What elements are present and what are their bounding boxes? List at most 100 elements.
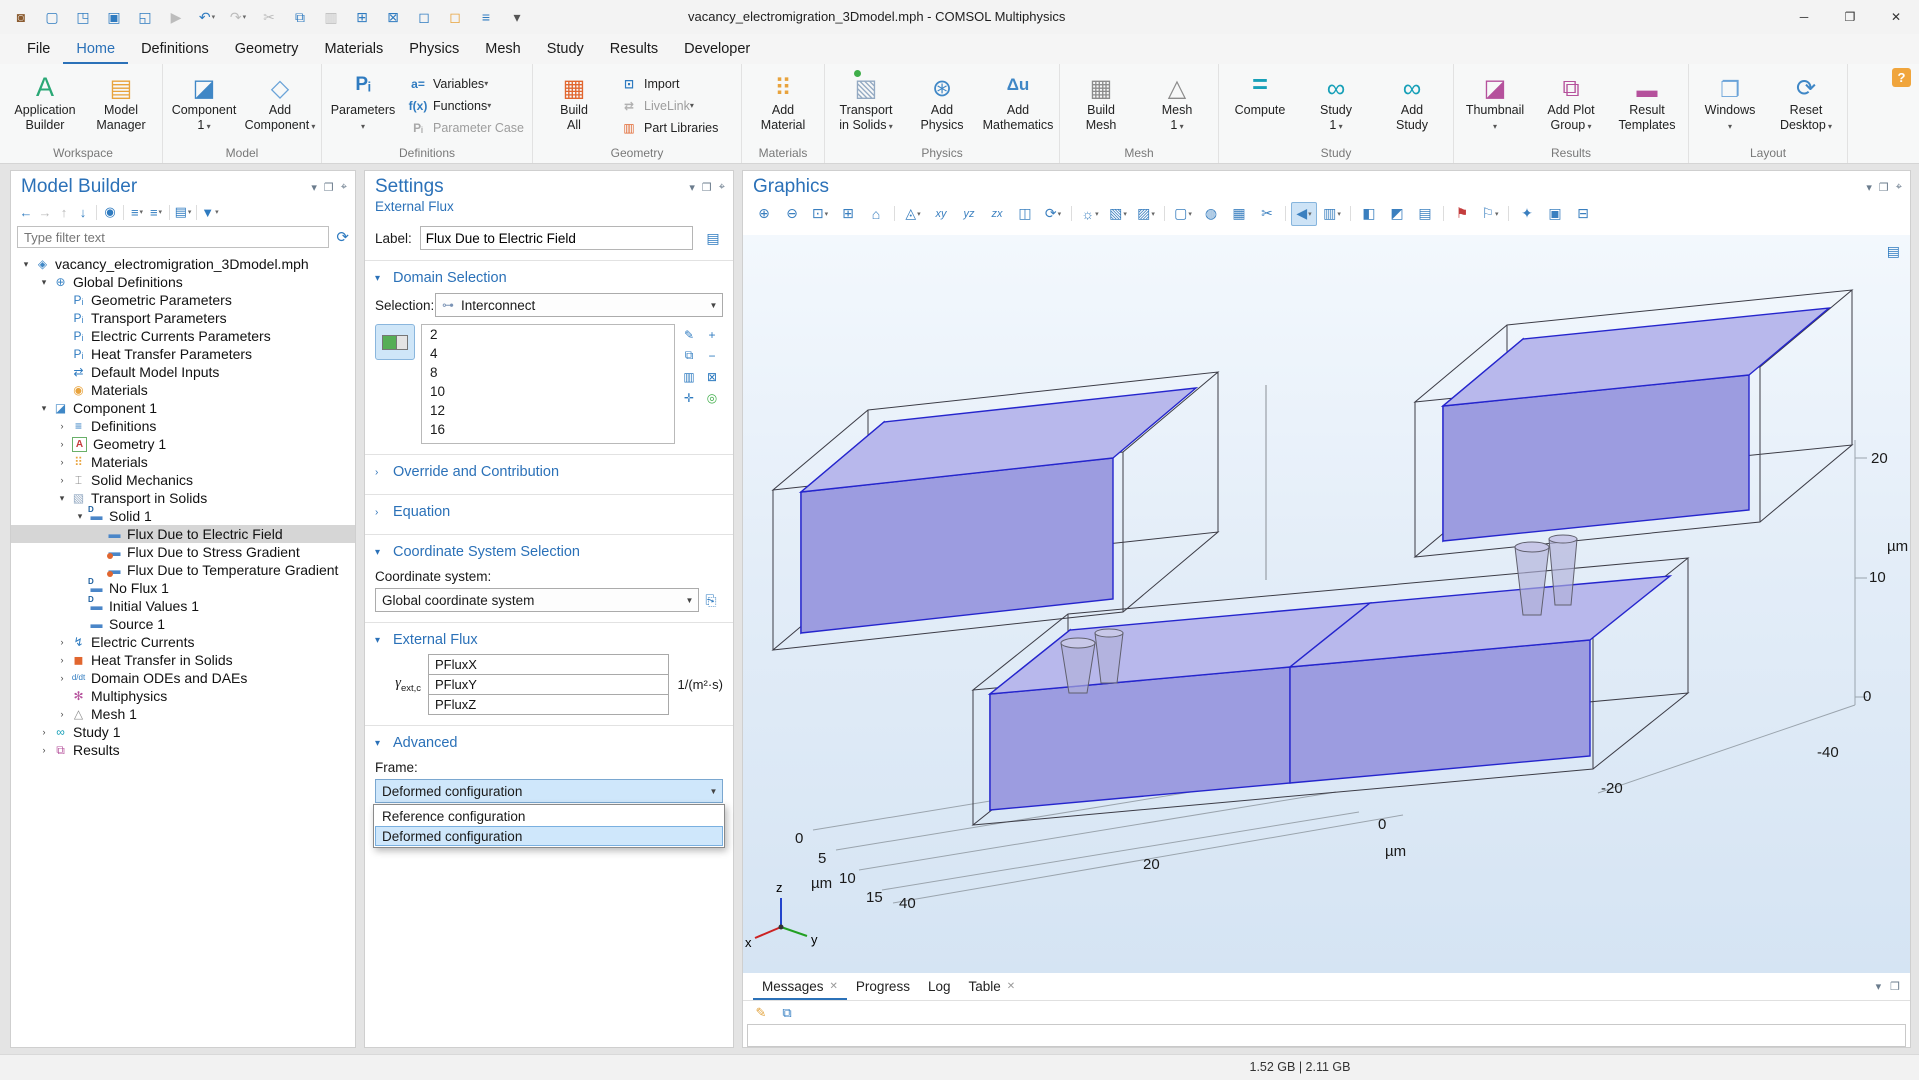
cut-icon[interactable]: ✂ [254, 4, 284, 30]
zoom-box-icon[interactable]: ⊡▾ [807, 202, 833, 226]
tree-item[interactable]: ▬Flux Due to Electric Field [11, 525, 355, 543]
parameters-button[interactable]: PᵢParameters▾ [325, 66, 401, 145]
expander-icon[interactable]: ▾ [55, 493, 69, 504]
create-selection-icon[interactable]: ✎ [678, 324, 700, 345]
tab-study[interactable]: Study [534, 36, 597, 64]
domain-selection-list[interactable]: 248101216 [421, 324, 675, 444]
graphics-viewport[interactable]: 20µm100-40-2005101540200µmµm x y z ▤ [743, 235, 1910, 973]
tree-item[interactable]: ›∞Study 1 [11, 723, 355, 741]
tree-item[interactable]: PᵢGeometric Parameters [11, 291, 355, 309]
open-file-icon[interactable]: ◳ [68, 4, 98, 30]
yz-view-icon[interactable]: yz [956, 202, 982, 226]
tree-item[interactable]: ⇄Default Model Inputs [11, 363, 355, 381]
tab-messages[interactable]: Messages✕ [753, 973, 847, 1000]
panel-float-icon[interactable]: ❐ [702, 181, 712, 194]
scene-light-icon[interactable]: ☼▾ [1077, 202, 1103, 226]
add-marker-icon[interactable]: ⚑ [1449, 202, 1475, 226]
build-all-button[interactable]: ▦BuildAll [536, 66, 612, 145]
close-button[interactable]: ✕ [1873, 0, 1919, 34]
redo-icon[interactable]: ↷▾ [223, 4, 253, 30]
tree-item[interactable]: ▬Flux Due to Stress Gradient [11, 543, 355, 561]
panel-menu-icon[interactable]: ▾ [1876, 980, 1882, 993]
tree-item[interactable]: ›⠿Materials [11, 453, 355, 471]
add-study-button[interactable]: ∞AddStudy [1374, 66, 1450, 145]
expander-icon[interactable]: › [37, 745, 51, 755]
tab-log[interactable]: Log [919, 973, 960, 1000]
delete-icon[interactable]: ⊠ [378, 4, 408, 30]
tree-filter-input[interactable] [17, 226, 329, 248]
override-header[interactable]: › Override and Contribution [375, 460, 723, 484]
tab-progress[interactable]: Progress [847, 973, 919, 1000]
show-label-icon[interactable]: ▤ [701, 226, 725, 250]
part-libraries-button[interactable]: ▥Part Libraries [617, 119, 733, 137]
comsol-logo-icon[interactable]: ◙ [6, 4, 36, 30]
clear-messages-icon[interactable]: ✎ [752, 1003, 770, 1023]
thumbnail-button[interactable]: ◪Thumbnail▾ [1457, 66, 1533, 145]
domain-list-item[interactable]: 4 [422, 344, 674, 363]
go-to-source-icon[interactable]: ⎘ [699, 588, 723, 612]
tree-item[interactable]: ›◼Heat Transfer in Solids [11, 651, 355, 669]
zoom-to-selection-icon[interactable]: ◎ [701, 387, 723, 408]
advanced-header[interactable]: ▾ Advanced [375, 731, 723, 755]
component-1-button[interactable]: ◪Component1 ▾ [166, 66, 242, 145]
expander-icon[interactable]: ▾ [19, 259, 33, 270]
color-table-icon[interactable]: ▧▾ [1105, 202, 1131, 226]
split-horizontal-icon[interactable]: ◧ [1356, 202, 1382, 226]
invert-selection-icon[interactable]: ⊠ [701, 366, 723, 387]
tree-item[interactable]: ▬Source 1 [11, 615, 355, 633]
chevron-down-icon[interactable]: ▼ [705, 780, 722, 802]
plot-array-icon[interactable]: ▥▾ [1319, 202, 1345, 226]
refresh-icon[interactable]: ⟳ [336, 228, 349, 246]
wireframe-icon[interactable]: ▦ [1226, 202, 1252, 226]
save-as-icon[interactable]: ◱ [130, 4, 160, 30]
windows-button[interactable]: ❐Windows▾ [1692, 66, 1768, 145]
add-material-button[interactable]: ⠿AddMaterial [745, 66, 821, 145]
close-icon[interactable]: ✕ [830, 981, 838, 992]
environment-icon[interactable]: ▨▾ [1133, 202, 1159, 226]
expander-icon[interactable]: › [55, 673, 69, 683]
tab-developer[interactable]: Developer [671, 36, 763, 64]
go-to-default-view-icon[interactable]: ⌂ [863, 202, 889, 226]
tab-home[interactable]: Home [63, 36, 128, 64]
clip-icon[interactable]: ✂ [1254, 202, 1280, 226]
frame-option[interactable]: Reference configuration [375, 806, 723, 826]
mesh-1-button[interactable]: △Mesh1 ▾ [1139, 66, 1215, 145]
variables-button[interactable]: a=Variables ▾ [406, 75, 524, 93]
expand-all-icon[interactable]: ≡▾ [128, 202, 146, 222]
compute-button[interactable]: =Compute [1222, 66, 1298, 145]
go-forward-icon[interactable]: → [36, 202, 54, 222]
view-icon[interactable]: ◬▾ [900, 202, 926, 226]
tree-item[interactable]: ›↯Electric Currents [11, 633, 355, 651]
expander-icon[interactable]: › [55, 475, 69, 485]
external-flux-z-field[interactable] [428, 694, 669, 715]
tab-definitions[interactable]: Definitions [128, 36, 222, 64]
frame-option[interactable]: Deformed configuration [375, 826, 723, 846]
tab-materials[interactable]: Materials [311, 36, 396, 64]
center-selection-icon[interactable]: ✛ [678, 387, 700, 408]
domain-list-item[interactable]: 10 [422, 382, 674, 401]
tree-item[interactable]: ✻Multiphysics [11, 687, 355, 705]
paste-selection-icon[interactable]: ▥ [678, 366, 700, 387]
panel-float-icon[interactable]: ❐ [324, 181, 334, 194]
go-back-icon[interactable]: ← [17, 202, 35, 222]
maximize-button[interactable]: ❐ [1827, 0, 1873, 34]
tree-item[interactable]: ▬DInitial Values 1 [11, 597, 355, 615]
transport-in-solids-button[interactable]: ▧Transportin Solids ▾ [828, 66, 904, 145]
tree-item[interactable]: ◉Materials [11, 381, 355, 399]
select-mode-icon[interactable]: ▢▾ [1170, 202, 1196, 226]
split-vertical-icon[interactable]: ◩ [1384, 202, 1410, 226]
qat-menu-icon[interactable]: ▾ [502, 4, 532, 30]
panel-menu-icon[interactable]: ▾ [689, 181, 695, 194]
model-tree-nodes-icon[interactable]: ▤▾ [174, 202, 192, 222]
reset-desktop-button[interactable]: ⟳ResetDesktop ▾ [1768, 66, 1844, 145]
tree-item[interactable]: ▾▬DSolid 1 [11, 507, 355, 525]
plot-info-icon[interactable]: ▤ [1887, 243, 1900, 260]
add-plot-group-button[interactable]: ⧉Add PlotGroup ▾ [1533, 66, 1609, 145]
copy-text-icon[interactable]: ⧉ [778, 1003, 796, 1023]
close-icon[interactable]: ✕ [1007, 981, 1015, 992]
solid-box-upper-left[interactable] [801, 388, 1196, 633]
chevron-down-icon[interactable]: ▼ [705, 294, 722, 316]
move-down-icon[interactable]: ↓ [74, 202, 92, 222]
label-field[interactable] [420, 226, 693, 250]
add-mathematics-button[interactable]: ΔuAddMathematics [980, 66, 1056, 145]
